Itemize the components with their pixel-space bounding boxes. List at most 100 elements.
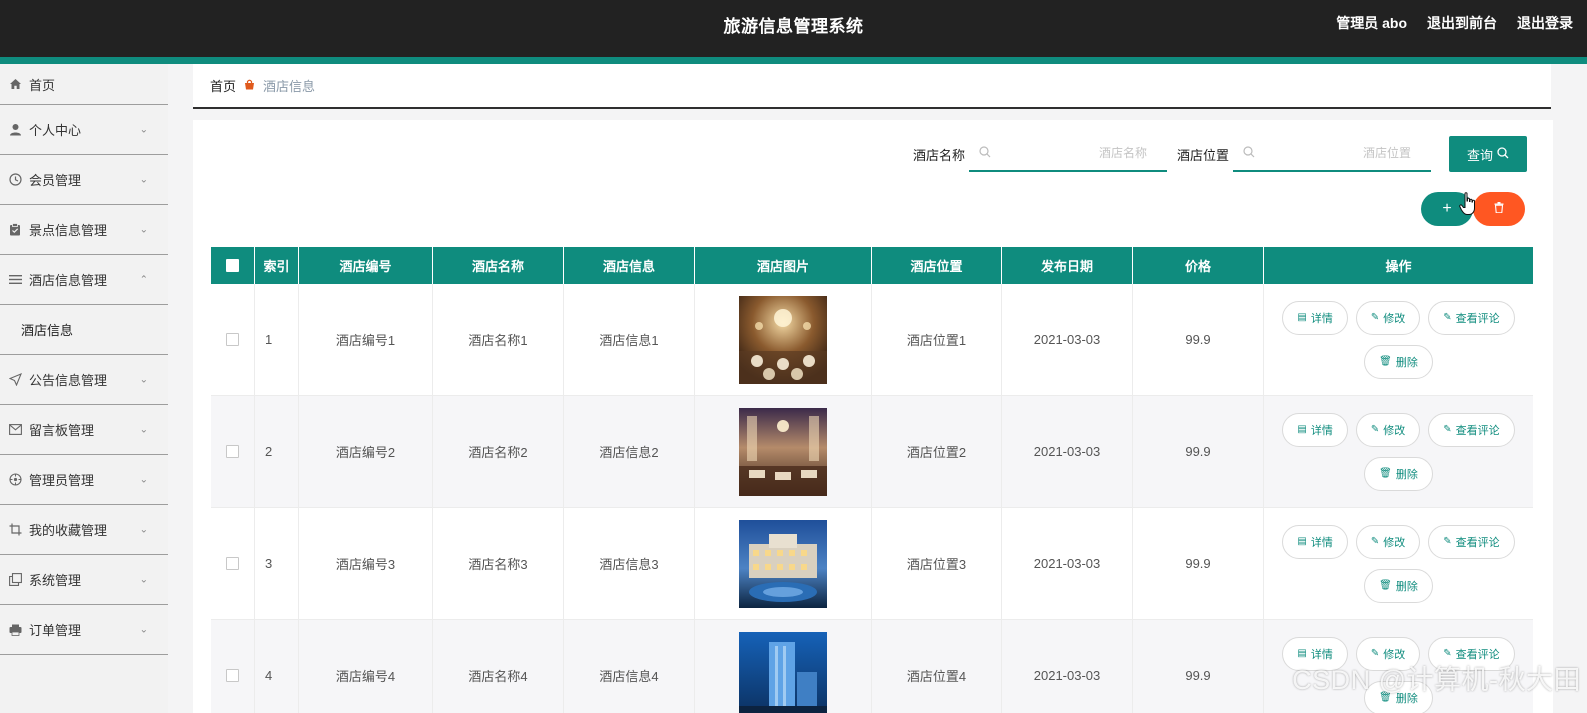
breadcrumb-home[interactable]: 首页 bbox=[210, 76, 236, 95]
row-select-cell bbox=[211, 620, 255, 713]
sidebar-item-admins[interactable]: 管理员管理 ⌄ bbox=[0, 455, 168, 505]
hotel-info-cell: 酒店信息3 bbox=[564, 508, 695, 619]
chevron-down-icon: ⌄ bbox=[139, 174, 148, 185]
view-comments-label: 查看评论 bbox=[1455, 312, 1500, 325]
row-checkbox[interactable] bbox=[226, 333, 239, 346]
hotel-code-cell: 酒店编号4 bbox=[299, 620, 433, 713]
delete-button[interactable]: 🗑 删除 bbox=[1364, 344, 1433, 379]
breadcrumb-separator-icon bbox=[244, 79, 255, 93]
sidebar-item-label: 留言板管理 bbox=[29, 423, 95, 438]
row-checkbox[interactable] bbox=[226, 557, 239, 570]
view-comments-button[interactable]: ✎ 查看评论 bbox=[1428, 524, 1515, 559]
pencil-icon: ✎ bbox=[1443, 312, 1452, 323]
delete-button[interactable]: 🗑 删除 bbox=[1364, 456, 1433, 491]
sidebar-item-label: 我的收藏管理 bbox=[29, 523, 108, 538]
hotel-name-cell: 酒店名称3 bbox=[433, 508, 564, 619]
trash-icon: 🗑 bbox=[1379, 356, 1392, 367]
publish-date-cell: 2021-03-03 bbox=[1002, 284, 1133, 395]
search-icon bbox=[1497, 146, 1509, 162]
hand-cursor-icon bbox=[1459, 192, 1475, 215]
hotel-name-input[interactable] bbox=[996, 140, 1147, 166]
batch-delete-button[interactable] bbox=[1473, 192, 1525, 226]
hotel-location-input[interactable] bbox=[1261, 140, 1411, 166]
select-all-checkbox[interactable] bbox=[226, 259, 239, 272]
view-comments-button[interactable]: ✎ 查看评论 bbox=[1428, 412, 1515, 447]
column-header: 酒店名称 bbox=[433, 247, 564, 284]
list-icon bbox=[8, 273, 22, 287]
sidebar-item-system[interactable]: 系统管理 ⌄ bbox=[0, 555, 168, 605]
mail-icon bbox=[8, 423, 22, 437]
chevron-down-icon: ⌄ bbox=[139, 524, 148, 535]
sidebar-item-announcements[interactable]: 公告信息管理 ⌄ bbox=[0, 355, 168, 405]
detail-button[interactable]: ▤ 详情 bbox=[1282, 300, 1348, 335]
view-comments-label: 查看评论 bbox=[1455, 536, 1500, 549]
edit-button[interactable]: ✎ 修改 bbox=[1355, 524, 1421, 559]
edit-label: 修改 bbox=[1383, 312, 1406, 325]
compass-icon bbox=[8, 473, 22, 487]
hotel-code-cell: 酒店编号1 bbox=[299, 284, 433, 395]
hotel-location-cell: 酒店位置3 bbox=[872, 508, 1002, 619]
sidebar-item-orders[interactable]: 订单管理 ⌄ bbox=[0, 605, 168, 655]
column-header: 酒店编号 bbox=[299, 247, 433, 284]
hotel-image-cell bbox=[695, 508, 872, 619]
chevron-down-icon: ⌄ bbox=[139, 224, 148, 235]
exit-to-front-link[interactable]: 退出到前台 bbox=[1427, 13, 1497, 33]
edit-label: 修改 bbox=[1383, 424, 1406, 437]
hotel-image bbox=[739, 631, 827, 713]
query-button-label: 查询 bbox=[1466, 147, 1493, 163]
home-icon bbox=[8, 77, 22, 91]
sidebar-subitem-hotel-info[interactable]: 酒店信息 bbox=[0, 305, 168, 355]
sidebar-item-personal-center[interactable]: 个人中心 ⌄ bbox=[0, 105, 168, 155]
trash-icon bbox=[1494, 202, 1504, 216]
sidebar-item-members[interactable]: 会员管理 ⌄ bbox=[0, 155, 168, 205]
chevron-down-icon: ⌄ bbox=[139, 124, 148, 135]
hotel-image bbox=[739, 295, 827, 384]
query-button[interactable]: 查询 bbox=[1449, 136, 1527, 172]
sidebar-item-label: 管理员管理 bbox=[29, 473, 95, 488]
view-comments-button[interactable]: ✎ 查看评论 bbox=[1428, 300, 1515, 335]
row-checkbox[interactable] bbox=[226, 445, 239, 458]
copy-icon bbox=[8, 573, 22, 587]
hotel-name-label: 酒店名称 bbox=[912, 147, 965, 163]
hotel-image bbox=[739, 519, 827, 608]
logout-link[interactable]: 退出登录 bbox=[1517, 13, 1573, 33]
table-row: 3 酒店编号3 酒店名称3 酒店信息3 酒店位置3 2021-03-03 99.… bbox=[211, 508, 1533, 620]
detail-button[interactable]: ▤ 详情 bbox=[1282, 524, 1348, 559]
operations-cell: ▤ 详情 ✎ 修改 ✎ 查看评论 🗑 删除 bbox=[1264, 396, 1533, 507]
hotel-image-cell bbox=[695, 620, 872, 713]
admin-user-label[interactable]: 管理员 abo bbox=[1336, 13, 1407, 33]
edit-button[interactable]: ✎ 修改 bbox=[1355, 412, 1421, 447]
sidebar-item-message-board[interactable]: 留言板管理 ⌄ bbox=[0, 405, 168, 455]
delete-label: 删除 bbox=[1395, 356, 1418, 369]
sidebar-item-scenic-spots[interactable]: 景点信息管理 ⌄ bbox=[0, 205, 168, 255]
view-comments-label: 查看评论 bbox=[1455, 424, 1500, 437]
price-cell: 99.9 bbox=[1133, 508, 1264, 619]
column-header: 操作 bbox=[1385, 259, 1412, 274]
price-cell: 99.9 bbox=[1133, 284, 1264, 395]
column-header: 酒店位置 bbox=[872, 247, 1002, 284]
document-icon: ▤ bbox=[1297, 424, 1307, 435]
sidebar-item-label: 会员管理 bbox=[29, 173, 82, 188]
hotel-location-label: 酒店位置 bbox=[1176, 147, 1229, 163]
hotel-code-cell: 酒店编号3 bbox=[299, 508, 433, 619]
detail-button[interactable]: ▤ 详情 bbox=[1282, 412, 1348, 447]
header-accent-line bbox=[0, 57, 1587, 64]
sidebar-item-favorites[interactable]: 我的收藏管理 ⌄ bbox=[0, 505, 168, 555]
index-cell: 4 bbox=[255, 620, 299, 713]
hotel-info-cell: 酒店信息4 bbox=[564, 620, 695, 713]
hotel-name-cell: 酒店名称2 bbox=[433, 396, 564, 507]
hotel-location-cell: 酒店位置4 bbox=[872, 620, 1002, 713]
operations-cell: ▤ 详情 ✎ 修改 ✎ 查看评论 🗑 删除 bbox=[1264, 284, 1533, 395]
sidebar-item-home[interactable]: 首页 bbox=[0, 64, 168, 105]
edit-button[interactable]: ✎ 修改 bbox=[1355, 300, 1421, 335]
sidebar-item-hotel-management[interactable]: 酒店信息管理 ⌃ bbox=[0, 255, 168, 305]
trash-icon: 🗑 bbox=[1379, 468, 1392, 479]
printer-icon bbox=[8, 623, 22, 637]
sidebar: 首页 个人中心 ⌄ 会员管理 ⌄ 景点信息管理 ⌄ 酒店信息管理 ⌃ 酒店信息 bbox=[0, 64, 168, 713]
index-cell: 1 bbox=[255, 284, 299, 395]
delete-button[interactable]: 🗑 删除 bbox=[1364, 568, 1433, 603]
row-checkbox[interactable] bbox=[226, 669, 239, 682]
table-header: 索引 酒店编号 酒店名称 酒店信息 酒店图片 酒店位置 发布日期 价格 操作 bbox=[211, 247, 1533, 284]
column-header: 酒店图片 bbox=[695, 247, 872, 284]
document-icon: ▤ bbox=[1297, 536, 1307, 547]
